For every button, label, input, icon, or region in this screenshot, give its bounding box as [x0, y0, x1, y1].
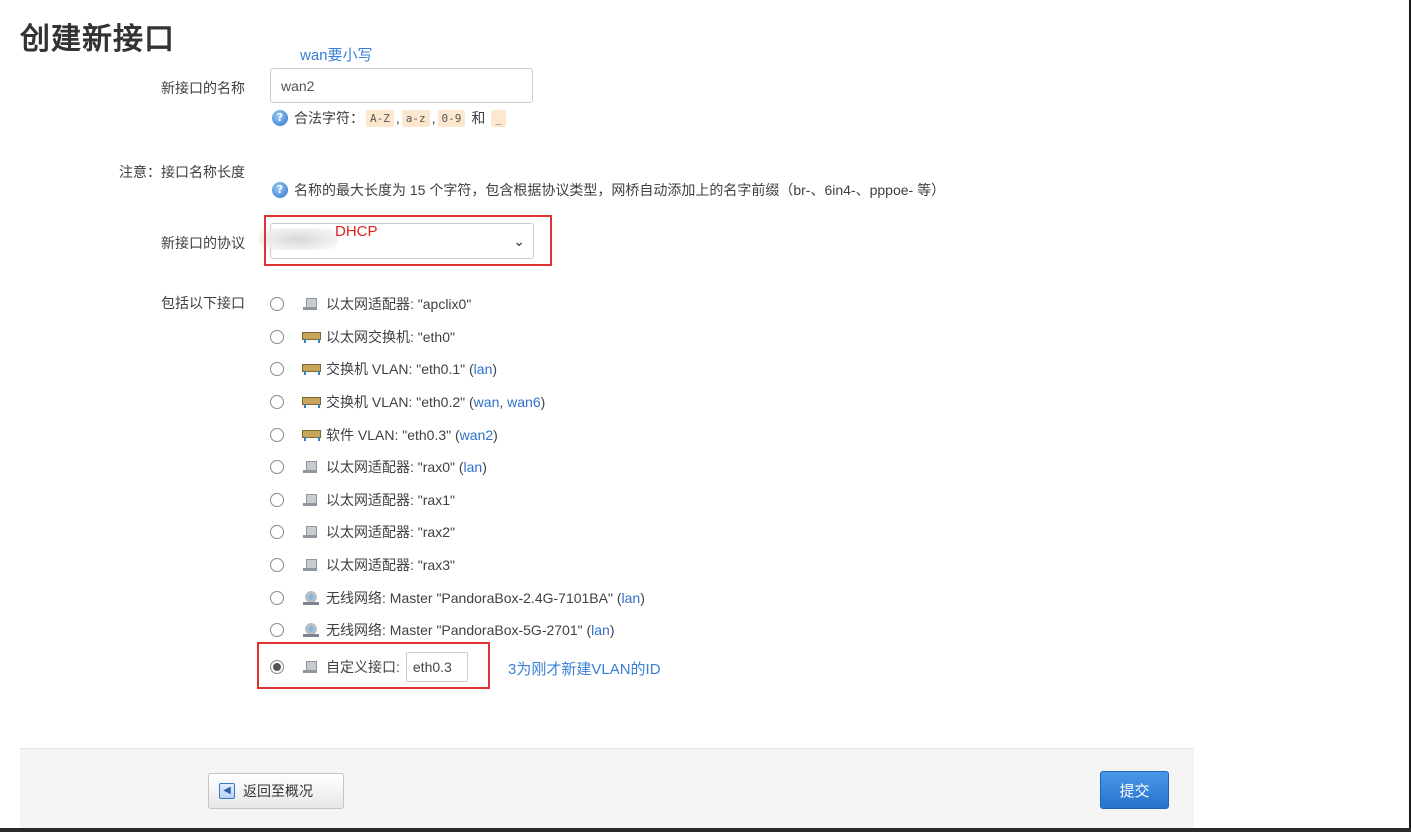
interface-option-label: 以太网适配器: "rax2"	[326, 524, 455, 541]
radio-button[interactable]	[270, 492, 284, 507]
interface-option-label: 以太网交换机: "eth0"	[326, 328, 455, 345]
ethernet-switch-icon	[302, 361, 321, 377]
network-link-lan[interactable]: lan	[591, 622, 610, 638]
ethernet-adapter-icon	[302, 524, 320, 540]
interface-option[interactable]: 以太网适配器: "rax2"	[270, 516, 645, 549]
interface-option-label: 以太网适配器: "rax0"	[326, 459, 455, 476]
network-link-lan[interactable]: lan	[622, 590, 641, 606]
name-hint-prefix: 合法字符：	[294, 110, 364, 126]
chip-uppercase: A-Z	[366, 109, 394, 127]
form-footer: ◀ 返回至概况 提交	[20, 748, 1194, 828]
network-link-lan[interactable]: lan	[464, 459, 483, 475]
ethernet-switch-icon	[302, 394, 321, 410]
name-label: 新接口的名称	[161, 80, 245, 96]
ethernet-adapter-icon	[302, 557, 320, 573]
name-hint-and: 和	[471, 110, 486, 126]
interface-option[interactable]: 软件 VLAN: "eth0.3" (wan2)	[270, 418, 645, 451]
length-note-label: 注意：接口名称长度	[119, 164, 245, 180]
radio-button[interactable]	[270, 558, 284, 573]
radio-button[interactable]	[270, 329, 284, 344]
wireless-icon	[302, 622, 320, 638]
interface-option[interactable]: 以太网适配器: "apclix0"	[270, 288, 645, 321]
network-link-lan[interactable]: lan	[474, 361, 493, 377]
interfaces-label: 包括以下接口	[161, 295, 245, 311]
submit-button[interactable]: 提交	[1100, 771, 1169, 809]
interface-option-label: 无线网络: Master "PandoraBox-5G-2701"	[326, 622, 583, 639]
help-icon: ?	[272, 182, 288, 198]
network-link-wan[interactable]: wan	[474, 394, 500, 410]
interface-option-label: 软件 VLAN: "eth0.3"	[326, 426, 452, 443]
interface-option-label: 无线网络: Master "PandoraBox-2.4G-7101BA"	[326, 589, 613, 606]
help-icon: ?	[272, 110, 288, 126]
ethernet-switch-icon	[302, 329, 321, 345]
interface-name-input[interactable]	[270, 68, 533, 103]
ethernet-switch-icon	[302, 427, 321, 443]
interface-option[interactable]: 以太网交换机: "eth0"	[270, 321, 645, 354]
interface-option[interactable]: 交换机 VLAN: "eth0.1" (lan)	[270, 353, 645, 386]
length-note-hint: ? 名称的最大长度为 15 个字符，包含根据协议类型，网桥自动添加上的名字前缀（…	[272, 180, 945, 200]
page-title: 创建新接口	[20, 23, 175, 56]
radio-button[interactable]	[270, 362, 284, 377]
interface-option-label: 以太网适配器: "apclix0"	[326, 296, 472, 313]
highlight-protocol-box	[264, 215, 552, 266]
interface-option-label: 交换机 VLAN: "eth0.2"	[326, 394, 466, 411]
ethernet-adapter-icon	[302, 492, 320, 508]
chip-digits: 0-9	[437, 109, 466, 127]
radio-button[interactable]	[270, 297, 284, 312]
radio-button[interactable]	[270, 427, 284, 442]
back-button-label: 返回至概况	[243, 783, 313, 799]
interface-option[interactable]: 无线网络: Master "PandoraBox-2.4G-7101BA" (l…	[270, 581, 645, 614]
annotation-name-note: wan要小写	[300, 47, 373, 64]
interface-option-label: 以太网适配器: "rax1"	[326, 491, 455, 508]
interface-option[interactable]: 以太网适配器: "rax3"	[270, 549, 645, 582]
chip-underscore: _	[491, 109, 507, 127]
radio-button[interactable]	[270, 590, 284, 605]
radio-button[interactable]	[270, 623, 284, 638]
annotation-custom-note: 3为刚才新建VLAN的ID	[508, 661, 661, 678]
protocol-label: 新接口的协议	[161, 235, 245, 251]
radio-button[interactable]	[270, 460, 284, 475]
interface-option[interactable]: 交换机 VLAN: "eth0.2" (wan, wan6)	[270, 386, 645, 419]
name-hint: ? 合法字符： A-Z, a-z, 0-9 和 _	[272, 108, 508, 128]
network-link-wan2[interactable]: wan2	[460, 427, 493, 443]
highlight-custom-interface-box	[257, 642, 490, 689]
network-link-wan6[interactable]: wan6	[507, 394, 540, 410]
interface-option-label: 交换机 VLAN: "eth0.1"	[326, 361, 466, 378]
chip-lowercase: a-z	[401, 109, 430, 127]
wireless-icon	[302, 590, 320, 606]
interface-option-label: 以太网适配器: "rax3"	[326, 557, 455, 574]
ethernet-adapter-icon	[302, 296, 320, 312]
ethernet-adapter-icon	[302, 459, 320, 475]
interface-option[interactable]: 以太网适配器: "rax1"	[270, 484, 645, 517]
interface-option[interactable]: 以太网适配器: "rax0" (lan)	[270, 451, 645, 484]
radio-button[interactable]	[270, 395, 284, 410]
radio-button[interactable]	[270, 525, 284, 540]
back-to-overview-button[interactable]: ◀ 返回至概况	[208, 773, 344, 809]
length-note-text: 名称的最大长度为 15 个字符，包含根据协议类型，网桥自动添加上的名字前缀（br…	[294, 182, 946, 198]
back-arrow-icon: ◀	[219, 783, 235, 799]
window-bottom-edge	[0, 828, 1411, 832]
interface-radio-list: 以太网适配器: "apclix0" 以太网交换机: "eth0" 交换机 VLA…	[270, 288, 645, 687]
